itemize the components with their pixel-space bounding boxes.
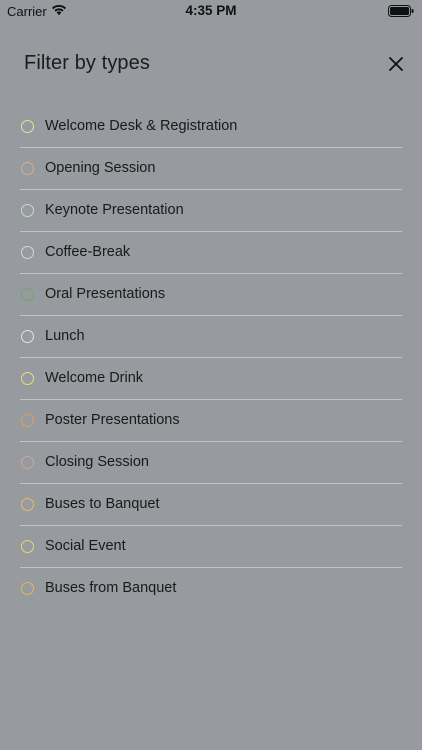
type-item-buses-to-banquet[interactable]: Buses to Banquet xyxy=(20,484,402,526)
type-label: Opening Session xyxy=(45,160,156,176)
type-label: Welcome Drink xyxy=(45,370,144,386)
type-label: Buses from Banquet xyxy=(45,580,177,596)
type-label: Coffee-Break xyxy=(45,244,131,260)
status-time: 4:35 PM xyxy=(185,3,237,18)
filter-header: Filter by types xyxy=(24,50,408,80)
radio-circle-icon xyxy=(21,162,34,175)
radio-circle-icon xyxy=(21,540,34,553)
radio-circle-icon xyxy=(21,372,34,385)
status-bar: Carrier 4:35 PM xyxy=(0,0,422,22)
radio-circle-icon xyxy=(21,204,34,217)
type-label: Buses to Banquet xyxy=(45,496,160,512)
radio-circle-icon xyxy=(21,414,34,427)
type-item-opening-session[interactable]: Opening Session xyxy=(20,148,402,190)
close-icon[interactable] xyxy=(388,56,404,72)
type-item-social-event[interactable]: Social Event xyxy=(20,526,402,568)
radio-circle-icon xyxy=(21,456,34,469)
radio-circle-icon xyxy=(21,582,34,595)
type-list: Welcome Desk & Registration Opening Sess… xyxy=(20,106,402,609)
type-item-lunch[interactable]: Lunch xyxy=(20,316,402,358)
type-item-keynote-presentation[interactable]: Keynote Presentation xyxy=(20,190,402,232)
type-label: Oral Presentations xyxy=(45,286,166,302)
type-item-welcome-drink[interactable]: Welcome Drink xyxy=(20,358,402,400)
radio-circle-icon xyxy=(21,288,34,301)
type-label: Poster Presentations xyxy=(45,412,180,428)
type-label: Social Event xyxy=(45,538,126,554)
battery-icon xyxy=(388,5,414,17)
type-item-buses-from-banquet[interactable]: Buses from Banquet xyxy=(20,568,402,609)
radio-circle-icon xyxy=(21,246,34,259)
type-item-poster-presentations[interactable]: Poster Presentations xyxy=(20,400,402,442)
type-item-closing-session[interactable]: Closing Session xyxy=(20,442,402,484)
page-title: Filter by types xyxy=(24,52,150,74)
type-label: Closing Session xyxy=(45,454,149,470)
radio-circle-icon xyxy=(21,120,34,133)
type-label: Welcome Desk & Registration xyxy=(45,118,238,134)
type-item-oral-presentations[interactable]: Oral Presentations xyxy=(20,274,402,316)
radio-circle-icon xyxy=(21,330,34,343)
radio-circle-icon xyxy=(21,498,34,511)
type-item-welcome-desk[interactable]: Welcome Desk & Registration xyxy=(20,106,402,148)
type-label: Lunch xyxy=(45,328,85,344)
type-item-coffee-break[interactable]: Coffee-Break xyxy=(20,232,402,274)
type-label: Keynote Presentation xyxy=(45,202,184,218)
